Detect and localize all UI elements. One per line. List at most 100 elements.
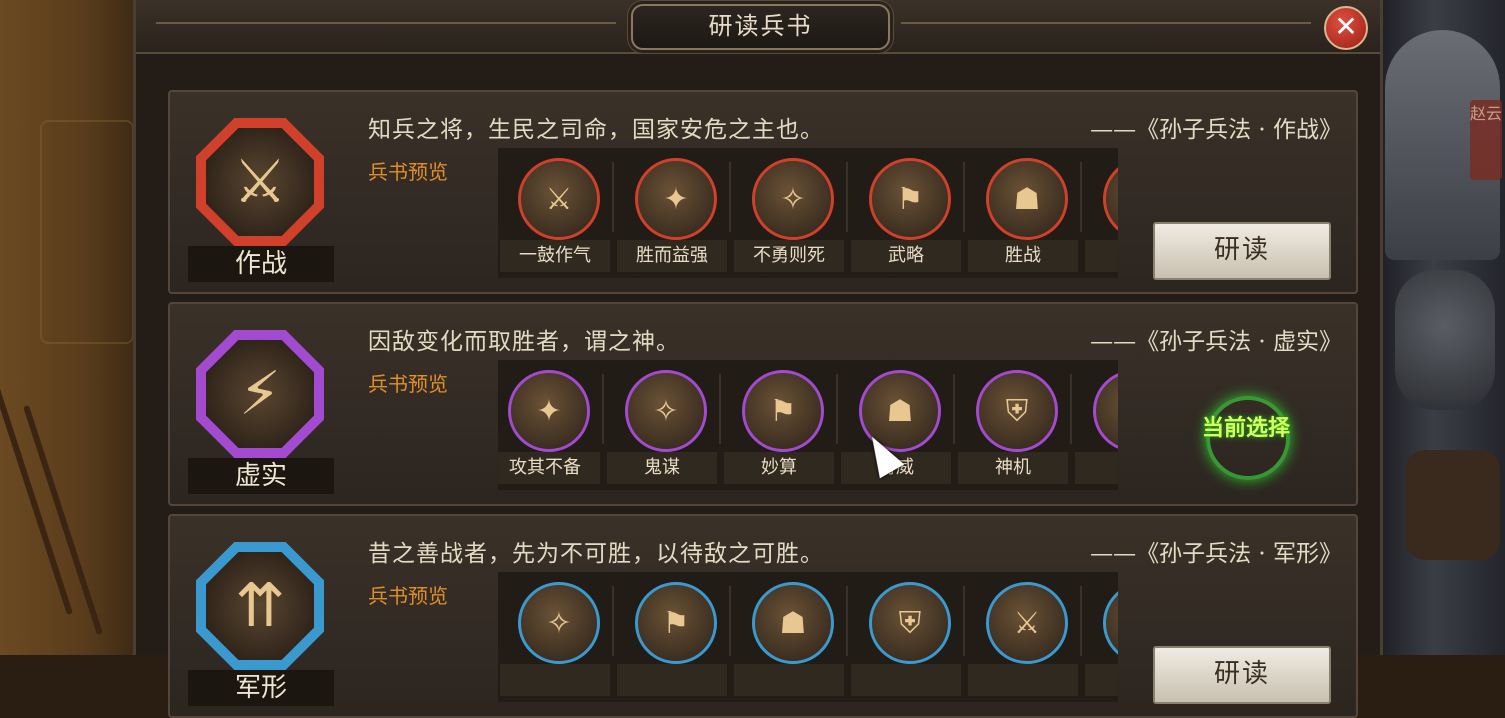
skill-name: 胜而益强 [617, 240, 727, 272]
skill-separator [836, 374, 838, 444]
preview-label: 兵书预览 [368, 584, 448, 608]
skill-icon: ⛨ [976, 370, 1058, 452]
skill-preview-list[interactable]: ✧ ⚑ ☗ ⛨ ⚔ ✦ [498, 572, 1118, 702]
skill-separator [729, 586, 731, 656]
skill-icon: ✦ [508, 370, 590, 452]
skill-icon: ⚔ [986, 582, 1068, 664]
skill-preview-list[interactable]: ✦ 攻其不备 ✧ 鬼谋 ⚑ 妙算 ☗ 将威 ⛨ 神机 ⚔ 占 [498, 360, 1118, 490]
skill-name [851, 664, 961, 696]
skill-item[interactable]: ✦ 胜而益强 [615, 148, 731, 278]
skill-item[interactable]: ✧ 不勇则死 [732, 148, 848, 278]
skill-name: 神机 [958, 452, 1068, 484]
war-book-row[interactable]: ⇈ 军形 昔之善战者，先为不可胜，以待敌之可胜。 ——《孙子兵法 · 军形》 ✧… [168, 514, 1358, 718]
skill-separator [729, 162, 731, 232]
skill-separator [719, 374, 721, 444]
close-button[interactable]: ✕ [1324, 6, 1368, 50]
character-name-tag: 赵云 [1470, 100, 1502, 180]
study-button[interactable]: 研读 [1153, 222, 1331, 280]
skill-separator [1070, 374, 1072, 444]
title-ornament-left [156, 22, 616, 24]
skill-item[interactable]: ⚑ 武略 [849, 148, 965, 278]
skill-name: 攻其不备 [498, 452, 600, 484]
skill-name: 鬼谋 [607, 452, 717, 484]
skill-item[interactable]: ☗ [732, 572, 848, 702]
war-book-row[interactable]: ⚡ 虚实 因敌变化而取胜者，谓之神。 ——《孙子兵法 · 虚实》 ✦ 攻其不备 … [168, 302, 1358, 506]
skill-icon: ⚑ [742, 370, 824, 452]
skill-name: 武略 [851, 240, 961, 272]
skill-preview-list[interactable]: ⚔ 一鼓作气 ✦ 胜而益强 ✧ 不勇则死 ⚑ 武略 ☗ 胜战 ⛨ [498, 148, 1118, 278]
background-frame-decoration [40, 120, 134, 344]
skill-name: 妙算 [724, 452, 834, 484]
character-arm [1405, 450, 1500, 560]
skill-icon: ✧ [518, 582, 600, 664]
emblem-icon: ⚡ [206, 340, 314, 448]
skill-item[interactable]: ✧ 鬼谋 [605, 360, 721, 490]
skill-name [968, 664, 1078, 696]
skill-icon: ✦ [1103, 582, 1118, 664]
skill-name [1085, 240, 1118, 272]
skill-icon: ✧ [625, 370, 707, 452]
skill-separator [963, 162, 965, 232]
background-right-character: 赵云 [1375, 0, 1505, 655]
study-war-book-window: 研读兵书 ✕ ⚔ 作战 知兵之将，生民之司命，国家安危之主也。 ——《孙子兵法 … [133, 0, 1383, 718]
war-book-name: 军形 [188, 670, 334, 706]
skill-separator [1080, 586, 1082, 656]
skill-item[interactable]: ☗ 将威 [839, 360, 955, 490]
skill-separator [846, 162, 848, 232]
war-book-emblem[interactable]: ⚔ [196, 118, 324, 246]
war-book-row[interactable]: ⚔ 作战 知兵之将，生民之司命，国家安危之主也。 ——《孙子兵法 · 作战》 ⚔… [168, 90, 1358, 294]
skill-item[interactable]: ✦ [1083, 572, 1118, 702]
skill-icon: ⛨ [1103, 158, 1118, 240]
war-book-source: ——《孙子兵法 · 虚实》 [1090, 329, 1342, 355]
skill-name [1085, 664, 1118, 696]
skill-separator [953, 374, 955, 444]
skill-name: 一鼓作气 [500, 240, 610, 272]
skill-item[interactable]: ⛨ [1083, 148, 1118, 278]
skill-name: 占 [1075, 452, 1118, 484]
skill-icon: ☗ [752, 582, 834, 664]
war-book-name: 虚实 [188, 458, 334, 494]
skill-item[interactable]: ⚔ [966, 572, 1082, 702]
war-book-name: 作战 [188, 246, 334, 282]
emblem-icon: ⇈ [206, 552, 314, 660]
background-left-scene [0, 0, 140, 655]
skill-name: 不勇则死 [734, 240, 844, 272]
skill-item[interactable]: ⚑ [615, 572, 731, 702]
title-bar: 研读兵书 ✕ [136, 0, 1380, 54]
skill-item[interactable]: ✦ 攻其不备 [498, 360, 604, 490]
skill-icon: ⚑ [635, 582, 717, 664]
skill-item[interactable]: ⛨ 神机 [956, 360, 1072, 490]
skill-separator [963, 586, 965, 656]
skill-name [500, 664, 610, 696]
skill-icon: ⛨ [869, 582, 951, 664]
war-book-source: ——《孙子兵法 · 军形》 [1090, 541, 1342, 567]
skill-separator [612, 586, 614, 656]
spear-decoration [0, 384, 73, 616]
skill-item[interactable]: ⛨ [849, 572, 965, 702]
skill-icon: ⚔ [518, 158, 600, 240]
war-book-quote: 昔之善战者，先为不可胜，以待敌之可胜。 [368, 541, 824, 567]
skill-icon: ⚑ [869, 158, 951, 240]
skill-icon: ⚔ [1093, 370, 1118, 452]
skill-separator [846, 586, 848, 656]
skill-separator [602, 374, 604, 444]
skill-item[interactable]: ⚑ 妙算 [722, 360, 838, 490]
war-book-source: ——《孙子兵法 · 作战》 [1090, 117, 1342, 143]
skill-item[interactable]: ⚔ 占 [1073, 360, 1118, 490]
skill-icon: ☗ [986, 158, 1068, 240]
title-ornament-right [901, 22, 1311, 24]
character-mask [1395, 270, 1495, 410]
skill-item[interactable]: ⚔ 一鼓作气 [498, 148, 614, 278]
skill-separator [612, 162, 614, 232]
war-book-quote: 因敌变化而取胜者，谓之神。 [368, 329, 680, 355]
skill-name: 胜战 [968, 240, 1078, 272]
war-book-emblem[interactable]: ⇈ [196, 542, 324, 670]
skill-item[interactable]: ✧ [498, 572, 614, 702]
war-book-emblem[interactable]: ⚡ [196, 330, 324, 458]
preview-label: 兵书预览 [368, 160, 448, 184]
war-book-quote: 知兵之将，生民之司命，国家安危之主也。 [368, 117, 824, 143]
skill-item[interactable]: ☗ 胜战 [966, 148, 1082, 278]
skill-name [617, 664, 727, 696]
skill-name [734, 664, 844, 696]
skill-icon: ✦ [635, 158, 717, 240]
